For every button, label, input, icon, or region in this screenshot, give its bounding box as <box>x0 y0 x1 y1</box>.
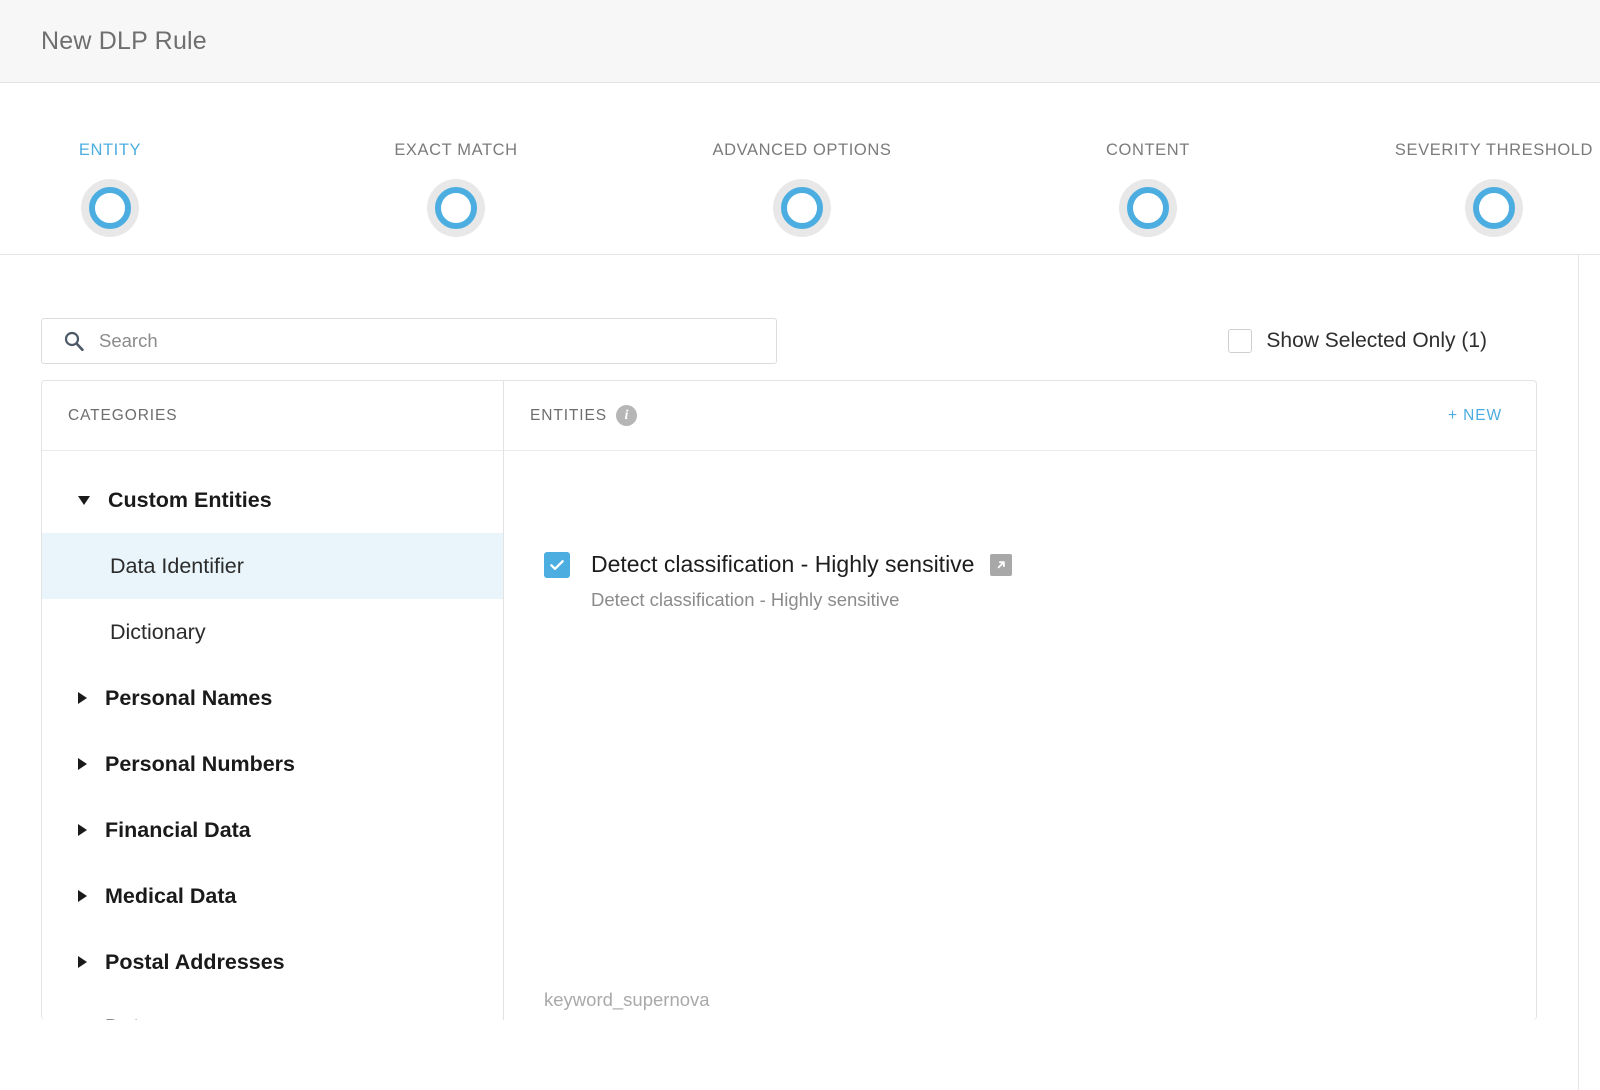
category-personal-numbers[interactable]: Personal Numbers <box>42 731 503 797</box>
entities-panel-header: ENTITIES i + NEW <box>504 381 1536 451</box>
external-link-icon[interactable] <box>990 553 1013 576</box>
category-financial-data[interactable]: Financial Data <box>42 797 503 863</box>
entity-picker-panels: CATEGORIES Custom Entities Data Identifi… <box>41 380 1537 1020</box>
step-content-dot <box>1119 179 1177 237</box>
category-label: Dictionary <box>110 619 206 644</box>
show-selected-only-label: Show Selected Only (1) <box>1266 329 1487 352</box>
category-postal-addresses[interactable]: Postal Addresses <box>42 929 503 995</box>
chevron-right-icon <box>78 692 87 704</box>
category-label: Dates <box>105 1015 164 1020</box>
category-dates[interactable]: Dates <box>78 1015 164 1020</box>
page-title: New DLP Rule <box>41 26 207 55</box>
category-custom-entities[interactable]: Custom Entities <box>42 467 503 533</box>
step-severity-threshold-dot <box>1465 179 1523 237</box>
chevron-right-icon <box>78 890 87 902</box>
category-data-identifier[interactable]: Data Identifier <box>42 533 503 599</box>
step-severity-threshold-label: SEVERITY THRESHOLD <box>1394 141 1594 159</box>
category-medical-data[interactable]: Medical Data <box>42 863 503 929</box>
categories-panel-header: CATEGORIES <box>42 381 503 451</box>
entities-panel: ENTITIES i + NEW Detect classification -… <box>504 381 1536 1020</box>
entity-name: Detect classification - Highly sensitive <box>591 551 975 577</box>
category-label: Personal Numbers <box>105 751 295 776</box>
category-label: Custom Entities <box>108 487 272 512</box>
step-exact-match-dot <box>427 179 485 237</box>
search-icon <box>64 331 84 352</box>
search-input[interactable] <box>97 319 737 363</box>
category-personal-names[interactable]: Personal Names <box>42 665 503 731</box>
chevron-right-icon <box>78 956 87 968</box>
step-exact-match-label: EXACT MATCH <box>394 141 518 159</box>
category-label: Financial Data <box>105 817 251 842</box>
entities-heading: ENTITIES <box>530 406 607 424</box>
show-selected-only-checkbox[interactable] <box>1228 329 1253 353</box>
new-entity-button[interactable]: + NEW <box>1448 407 1510 425</box>
category-label: Personal Names <box>105 685 273 710</box>
categories-heading: CATEGORIES <box>68 406 178 424</box>
chevron-right-icon <box>78 758 87 770</box>
step-content-label: CONTENT <box>1106 141 1190 159</box>
show-selected-only-control[interactable]: Show Selected Only (1) <box>1228 329 1537 353</box>
entity-description: Detect classification - Highly sensitive <box>591 589 900 610</box>
categories-list: Custom Entities Data Identifier Dictiona… <box>42 451 503 1020</box>
step-advanced-options-label: ADVANCED OPTIONS <box>712 141 892 159</box>
wizard-stepper: ENTITY EXACT MATCH ADVANCED OPTIONS CONT… <box>0 83 1600 255</box>
entity-title-row: Detect classification - Highly sensitive <box>544 551 1444 578</box>
category-label: Postal Addresses <box>105 949 285 974</box>
category-label: Data Identifier <box>110 553 244 578</box>
chevron-down-icon <box>78 495 90 505</box>
search-box[interactable] <box>41 318 777 364</box>
chevron-right-icon <box>78 824 87 836</box>
step-entity-dot <box>81 179 139 237</box>
page-header: New DLP Rule <box>0 0 1600 83</box>
category-label: Medical Data <box>105 883 237 908</box>
stepper-inner: ENTITY EXACT MATCH ADVANCED OPTIONS CONT… <box>0 83 1600 254</box>
entity-checkbox[interactable] <box>544 551 570 578</box>
info-icon[interactable]: i <box>615 405 637 426</box>
entities-list: Detect classification - Highly sensitive… <box>504 451 1536 1020</box>
filter-row: Show Selected Only (1) <box>0 255 1578 380</box>
entity-selection-body: Show Selected Only (1) CATEGORIES Custom… <box>0 255 1579 1090</box>
entity-name-clipped: keyword_supernova <box>544 989 710 1010</box>
step-entity-label: ENTITY <box>78 141 142 159</box>
category-dictionary[interactable]: Dictionary <box>42 599 503 665</box>
categories-panel: CATEGORIES Custom Entities Data Identifi… <box>42 381 504 1020</box>
list-item: Detect classification - Highly sensitive… <box>544 551 1444 611</box>
step-advanced-options-dot <box>773 179 831 237</box>
